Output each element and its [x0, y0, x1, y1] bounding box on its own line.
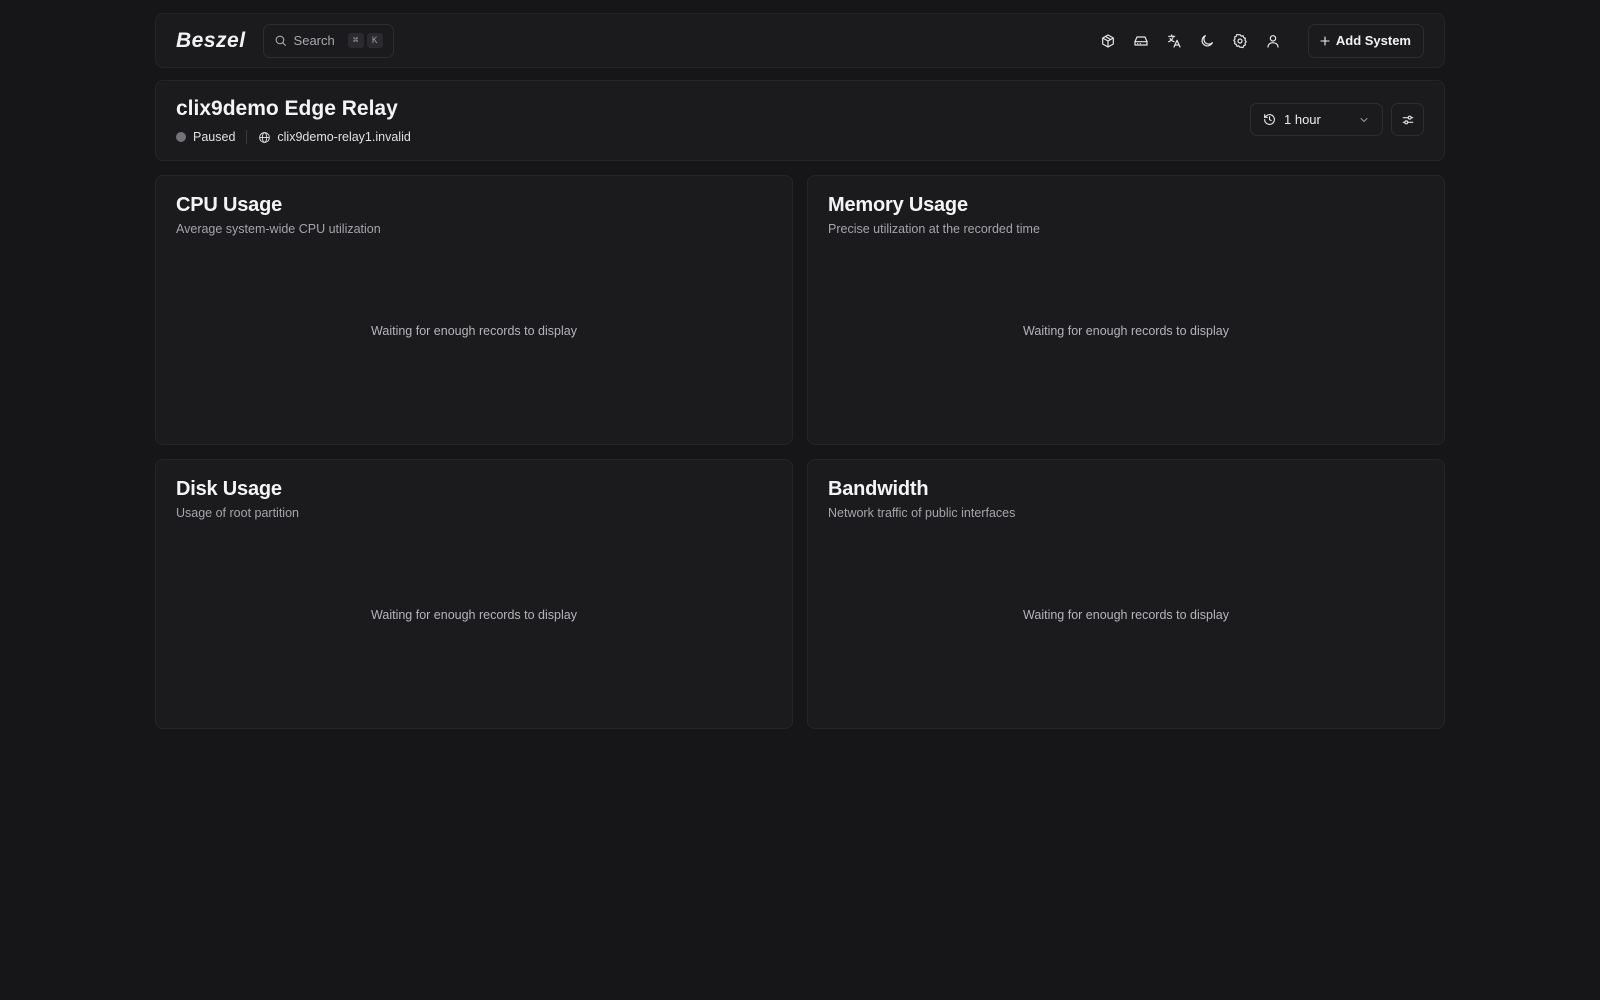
hard-drive-icon — [1134, 35, 1148, 46]
chart-title: CPU Usage — [176, 194, 283, 216]
meta-divider — [246, 130, 248, 144]
theme-toggle-button[interactable] — [1195, 29, 1219, 53]
chart-empty-message: Waiting for enough records to display — [1023, 324, 1229, 338]
add-system-button[interactable]: Add System — [1307, 23, 1424, 58]
memory-usage-card: Memory Usage Precise utilization at the … — [807, 175, 1445, 445]
search-shortcut: ⌘ K — [347, 33, 383, 48]
search-icon — [275, 35, 286, 46]
chart-controls: 1 hour — [1250, 103, 1424, 136]
chart-empty-message: Waiting for enough records to display — [1023, 608, 1229, 622]
chevron-down-icon — [1360, 117, 1368, 122]
system-host[interactable]: clix9demo-relay1.invalid — [277, 130, 410, 144]
search-label: Search — [293, 33, 335, 48]
system-info-card: clix9demo Edge Relay Paused clix9demo-re… — [155, 80, 1445, 161]
sliders-icon — [1402, 115, 1413, 124]
chart-description: Network traffic of public interfaces — [828, 506, 1016, 520]
time-range-value: 1 hour — [1284, 112, 1321, 127]
shortcut-cmd-key: ⌘ — [347, 33, 364, 48]
bandwidth-card: Bandwidth Network traffic of public inte… — [807, 459, 1445, 729]
time-range-select[interactable]: 1 hour — [1250, 103, 1383, 136]
shortcut-k-key: K — [366, 33, 383, 48]
chart-title: Disk Usage — [176, 478, 282, 500]
chart-description: Average system-wide CPU utilization — [176, 222, 381, 236]
containers-button[interactable] — [1096, 29, 1120, 53]
chart-description: Usage of root partition — [176, 506, 299, 520]
chart-title: Bandwidth — [828, 478, 929, 500]
chart-empty-message: Waiting for enough records to display — [371, 608, 577, 622]
chart-title: Memory Usage — [828, 194, 968, 216]
system-name: clix9demo Edge Relay — [176, 97, 398, 120]
plus-icon — [1320, 35, 1330, 46]
settings-gear-icon — [1233, 33, 1247, 48]
disk-usage-card: Disk Usage Usage of root partition Waiti… — [155, 459, 793, 729]
cpu-usage-card: CPU Usage Average system-wide CPU utiliz… — [155, 175, 793, 445]
search-button[interactable]: Search ⌘ K — [262, 23, 394, 58]
language-icon — [1167, 33, 1181, 48]
chart-description: Precise utilization at the recorded time — [828, 222, 1040, 236]
chart-settings-button[interactable] — [1391, 103, 1424, 136]
add-system-label: Add System — [1335, 33, 1411, 48]
language-button[interactable] — [1162, 29, 1186, 53]
system-status: Paused — [193, 130, 236, 144]
chart-empty-message: Waiting for enough records to display — [371, 324, 577, 338]
globe-icon — [259, 131, 271, 143]
status-dot — [176, 132, 186, 142]
charts-grid: CPU Usage Average system-wide CPU utiliz… — [155, 175, 1445, 729]
top-navbar: Beszel Search ⌘ K Add System — [155, 13, 1445, 68]
settings-button[interactable] — [1228, 29, 1252, 53]
navbar-actions: Add System — [1096, 23, 1424, 58]
user-menu-button[interactable] — [1261, 29, 1285, 53]
smart-disks-button[interactable] — [1129, 29, 1153, 53]
logo[interactable]: Beszel — [176, 29, 246, 53]
history-icon — [1264, 114, 1275, 125]
theme-moon-icon — [1201, 34, 1213, 46]
page-container: Beszel Search ⌘ K Add System clix9demo E… — [155, 13, 1445, 729]
system-meta: Paused clix9demo-relay1.invalid — [176, 130, 1424, 144]
user-icon — [1267, 34, 1279, 48]
container-icon — [1101, 33, 1114, 48]
